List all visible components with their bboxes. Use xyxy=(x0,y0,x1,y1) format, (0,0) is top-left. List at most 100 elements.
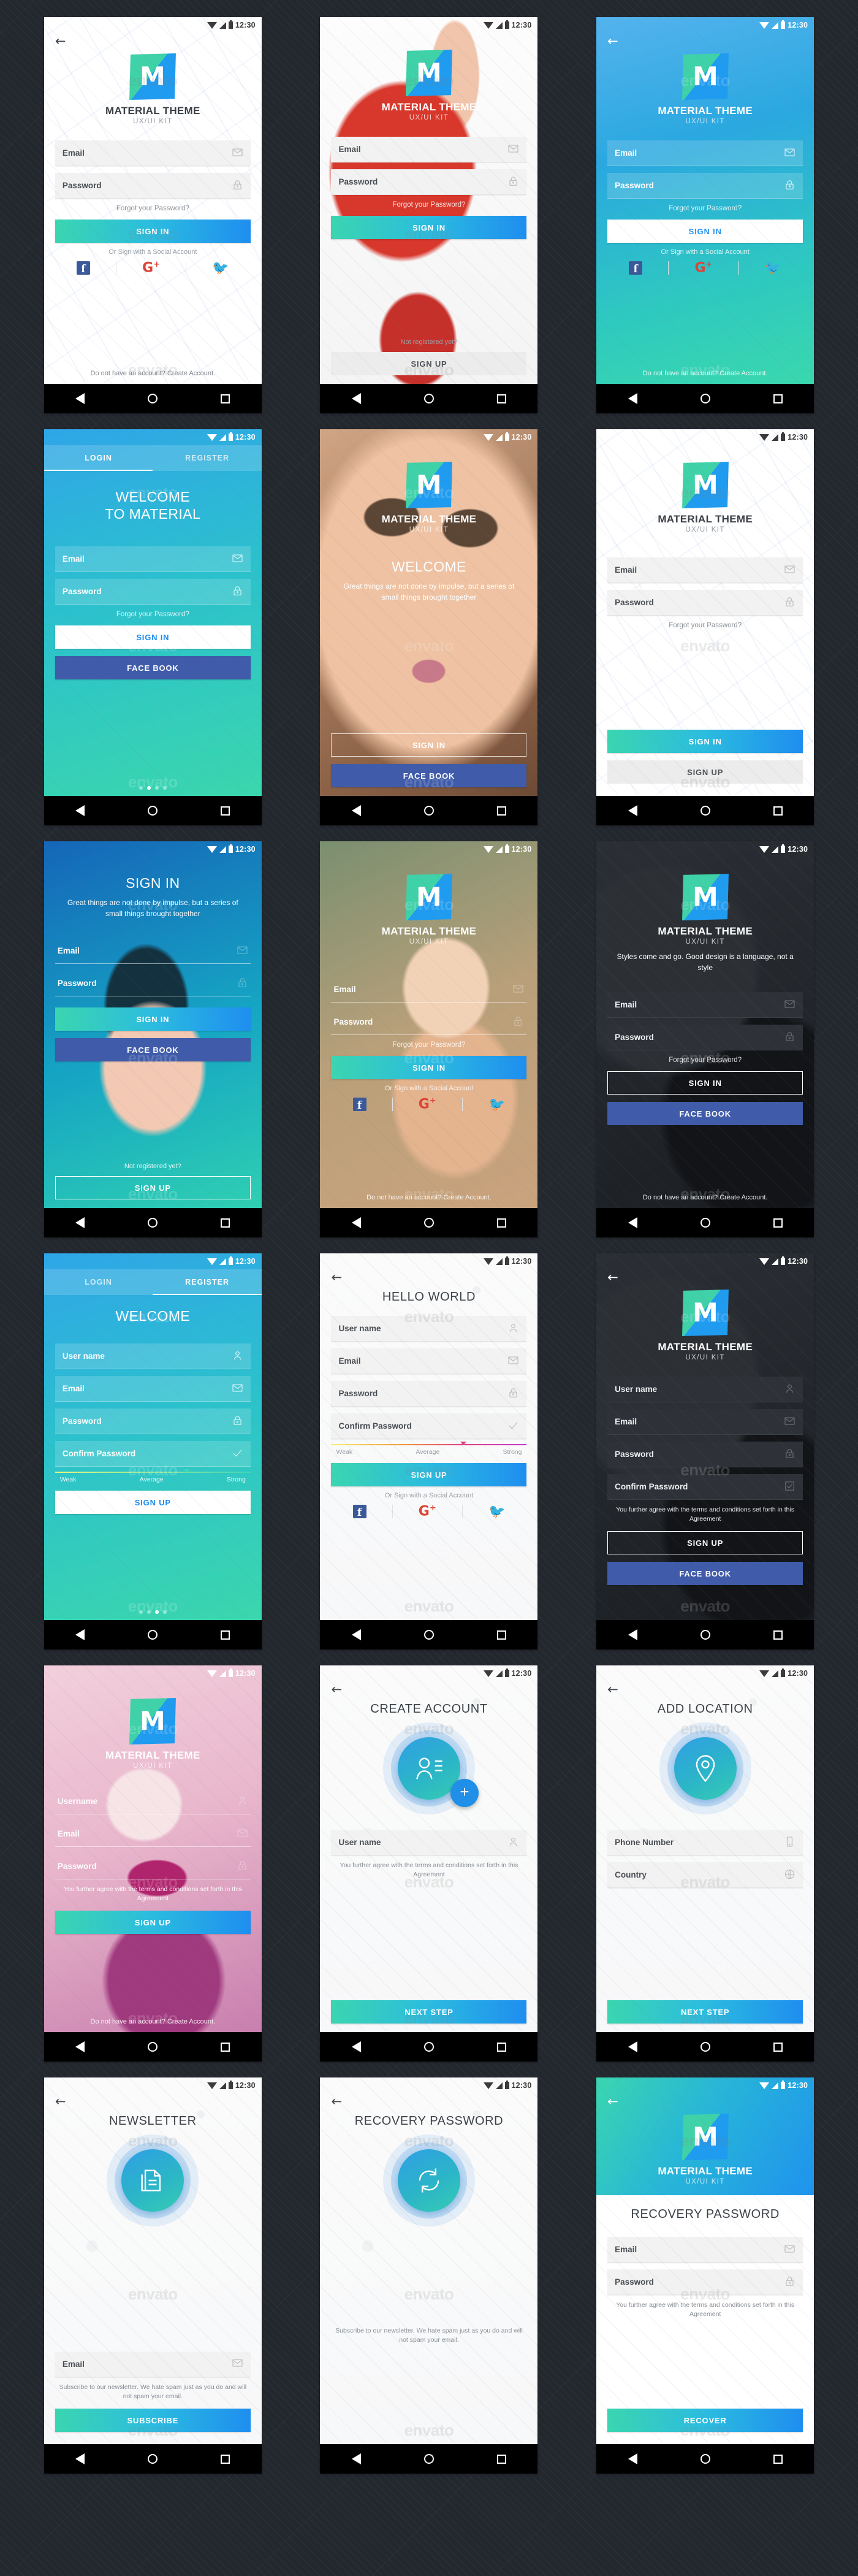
input-email[interactable]: Email xyxy=(607,1409,803,1435)
nav-back-icon[interactable] xyxy=(75,393,85,404)
nav-home-icon[interactable] xyxy=(700,2454,710,2464)
nav-back-icon[interactable] xyxy=(628,1217,637,1228)
subscribe-button[interactable]: SUBSCRIBE xyxy=(55,2409,251,2432)
input-phone-number[interactable]: Phone Number xyxy=(607,1830,803,1856)
page-dot[interactable] xyxy=(162,786,167,790)
nav-home-icon[interactable] xyxy=(423,806,434,816)
input-confirm-password[interactable]: Confirm Password xyxy=(607,1474,803,1500)
nav-recents-icon[interactable] xyxy=(496,2454,506,2464)
google-plus-icon[interactable]: G+ xyxy=(419,1504,436,1518)
nav-recents-icon[interactable] xyxy=(773,1630,783,1640)
back-arrow-icon[interactable]: ← xyxy=(607,1269,623,1285)
create-account-link[interactable]: Do not have an account? Create Account. xyxy=(55,2012,251,2032)
nav-recents-icon[interactable] xyxy=(496,1630,506,1640)
input-password[interactable]: Password xyxy=(607,1025,803,1050)
input-password[interactable]: Password xyxy=(607,590,803,616)
sign-in-button[interactable]: SIGN IN xyxy=(55,625,251,649)
nav-home-icon[interactable] xyxy=(148,2454,158,2464)
nav-home-icon[interactable] xyxy=(700,1630,710,1640)
forgot-password-link[interactable]: Forgot your Password? xyxy=(331,201,526,208)
sign-up-button[interactable]: SIGN UP xyxy=(55,1911,251,1935)
create-account-link[interactable]: Do not have an account? Create Account. xyxy=(607,364,803,384)
nav-back-icon[interactable] xyxy=(351,805,361,816)
input-email[interactable]: Email xyxy=(55,140,251,166)
sign-in-button[interactable]: SIGN IN xyxy=(55,220,251,243)
nav-home-icon[interactable] xyxy=(700,394,710,403)
sign-in-button[interactable]: SIGN IN xyxy=(55,1007,251,1031)
input-email[interactable]: Email xyxy=(331,1348,527,1374)
forgot-password-link[interactable]: Forgot your Password? xyxy=(55,611,251,618)
input-user-name[interactable]: User name xyxy=(607,1377,803,1402)
sign-in-button[interactable]: SIGN IN xyxy=(331,1056,527,1079)
sign-in-button[interactable]: SIGN IN xyxy=(607,730,803,753)
nav-recents-icon[interactable] xyxy=(221,2042,230,2052)
sign-up-button[interactable]: SIGN UP xyxy=(607,1531,803,1555)
input-email[interactable]: Email xyxy=(607,557,803,583)
sign-in-button[interactable]: SIGN IN xyxy=(331,733,527,757)
nav-home-icon[interactable] xyxy=(423,2454,434,2464)
input-password[interactable]: Password xyxy=(55,1854,251,1879)
nav-recents-icon[interactable] xyxy=(773,2042,783,2052)
input-email[interactable]: Email xyxy=(55,546,251,573)
input-password[interactable]: Password xyxy=(607,2269,803,2295)
facebook-icon[interactable]: f xyxy=(76,261,90,275)
google-plus-icon[interactable]: G+ xyxy=(694,261,712,275)
facebook-icon[interactable]: f xyxy=(352,1097,366,1111)
twitter-icon[interactable]: 🐦 xyxy=(488,1504,505,1518)
input-email[interactable]: Email xyxy=(55,938,251,965)
sign-up-button[interactable]: SIGN UP xyxy=(55,1491,251,1515)
nav-home-icon[interactable] xyxy=(423,1218,434,1228)
nav-recents-icon[interactable] xyxy=(221,806,230,816)
back-arrow-icon[interactable]: ← xyxy=(55,33,71,49)
page-dot[interactable] xyxy=(139,1610,143,1614)
input-user-name[interactable]: User name xyxy=(331,1316,527,1342)
input-email[interactable]: Email xyxy=(607,992,803,1018)
facebook-button[interactable]: FACE BOOK xyxy=(55,656,251,680)
create-account-link[interactable]: Do not have an account? Create Account. xyxy=(607,1188,803,1208)
input-email[interactable]: Email xyxy=(55,1821,251,1847)
nav-back-icon[interactable] xyxy=(75,2041,85,2052)
nav-back-icon[interactable] xyxy=(75,1217,85,1228)
back-arrow-icon[interactable]: ← xyxy=(331,1681,347,1697)
next-step-button[interactable]: NEXT STEP xyxy=(331,2000,527,2024)
sign-in-button[interactable]: SIGN IN xyxy=(331,216,527,239)
create-account-link[interactable]: Do not have an account? Create Account. xyxy=(55,364,251,384)
forgot-password-link[interactable]: Forgot your Password? xyxy=(607,205,803,212)
next-step-button[interactable]: NEXT STEP xyxy=(607,2000,803,2024)
twitter-icon[interactable]: 🐦 xyxy=(765,261,781,275)
input-password[interactable]: Password xyxy=(331,1009,527,1035)
input-password[interactable]: Password xyxy=(607,173,803,199)
nav-recents-icon[interactable] xyxy=(496,394,506,403)
nav-home-icon[interactable] xyxy=(148,394,158,403)
nav-recents-icon[interactable] xyxy=(773,2454,783,2464)
facebook-button[interactable]: FACE BOOK xyxy=(607,1102,803,1125)
nav-back-icon[interactable] xyxy=(351,2041,361,2052)
forgot-password-link[interactable]: Forgot your Password? xyxy=(607,1057,803,1064)
nav-back-icon[interactable] xyxy=(75,2453,85,2464)
nav-back-icon[interactable] xyxy=(351,393,361,404)
input-email[interactable]: Email xyxy=(331,977,527,1003)
nav-home-icon[interactable] xyxy=(423,2042,434,2052)
input-password[interactable]: Password xyxy=(55,971,251,997)
sign-in-button[interactable]: SIGN IN xyxy=(607,220,803,243)
nav-home-icon[interactable] xyxy=(148,1630,158,1640)
nav-recents-icon[interactable] xyxy=(773,1218,783,1228)
input-password[interactable]: Password xyxy=(55,579,251,605)
input-password[interactable]: Password xyxy=(55,1408,251,1435)
google-plus-icon[interactable]: G+ xyxy=(419,1097,436,1111)
facebook-button[interactable]: FACE BOOK xyxy=(607,1562,803,1586)
sign-up-button[interactable]: SIGN UP xyxy=(55,1176,251,1199)
google-plus-icon[interactable]: G+ xyxy=(142,261,160,275)
tab-login[interactable]: LOGIN xyxy=(44,445,153,471)
tab-login[interactable]: LOGIN xyxy=(44,1269,153,1295)
input-email[interactable]: Email xyxy=(55,2351,251,2377)
page-dot[interactable] xyxy=(154,786,159,790)
nav-back-icon[interactable] xyxy=(351,1217,361,1228)
facebook-icon[interactable]: f xyxy=(629,261,643,275)
sign-in-button[interactable]: SIGN IN xyxy=(607,1071,803,1095)
add-photo-fab[interactable]: + xyxy=(450,1779,479,1807)
recover-button[interactable]: RECOVER xyxy=(607,2409,803,2432)
nav-recents-icon[interactable] xyxy=(773,806,783,816)
nav-recents-icon[interactable] xyxy=(496,2042,506,2052)
input-confirm-password[interactable]: Confirm Password xyxy=(55,1441,251,1467)
